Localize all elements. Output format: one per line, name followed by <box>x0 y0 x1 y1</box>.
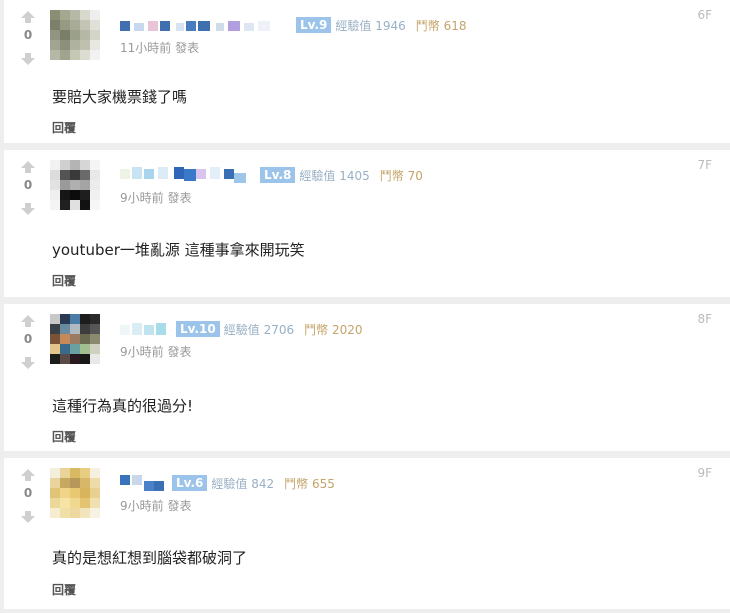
post-label: 發表 <box>167 345 192 359</box>
arrow-down-icon[interactable] <box>18 356 38 370</box>
level-badge: Lv.8 <box>260 167 296 183</box>
username-blurred[interactable] <box>120 18 290 32</box>
arrow-up-icon[interactable] <box>18 10 38 24</box>
time-ago: 11小時前 <box>120 41 172 55</box>
vote-count: 0 <box>23 28 33 42</box>
arrow-down-icon[interactable] <box>18 202 38 216</box>
experience-number: 1946 <box>375 18 406 33</box>
level-badge: Lv.10 <box>176 321 220 337</box>
comment-card: 0 Lv.8 經驗值 1405 鬥幣 70 9小時前 發表 7F youtube… <box>4 150 730 297</box>
comment-text: 真的是想紅想到腦袋都破洞了 <box>52 549 248 567</box>
username-blurred[interactable] <box>120 165 254 185</box>
floor-number[interactable]: 6F <box>697 8 712 22</box>
vote-count: 0 <box>23 486 33 500</box>
coin-number: 618 <box>443 18 467 33</box>
coin-value: 鬥幣 618 <box>416 17 467 34</box>
experience-label: 經驗值 <box>211 476 248 491</box>
experience-value: 經驗值 1946 <box>335 17 405 34</box>
author-meta: Lv.10 經驗值 2706 鬥幣 2020 <box>120 320 363 338</box>
comment-card: 0 Lv.10 經驗值 2706 鬥幣 2020 9小時前 發表 8F 這種行為… <box>4 304 730 451</box>
experience-label: 經驗值 <box>223 322 260 337</box>
time-ago: 9小時前 <box>120 499 164 513</box>
experience-number: 1405 <box>339 168 370 183</box>
experience-value: 經驗值 2706 <box>224 321 294 338</box>
vote-count: 0 <box>23 178 33 192</box>
coin-value: 鬥幣 2020 <box>304 321 362 338</box>
coin-value: 鬥幣 70 <box>380 167 423 184</box>
post-time: 9小時前 發表 <box>120 189 191 206</box>
coin-label: 鬥幣 <box>284 476 309 491</box>
coin-label: 鬥幣 <box>379 168 404 183</box>
avatar[interactable] <box>50 160 100 210</box>
time-ago: 9小時前 <box>120 191 164 205</box>
coin-number: 655 <box>312 476 335 491</box>
coin-value: 鬥幣 655 <box>284 475 335 492</box>
reply-button[interactable]: 回覆 <box>52 119 76 136</box>
username-blurred[interactable] <box>120 321 170 337</box>
floor-number[interactable]: 9F <box>697 466 712 480</box>
avatar[interactable] <box>50 314 100 364</box>
coin-number: 70 <box>407 168 423 183</box>
reply-button[interactable]: 回覆 <box>52 581 76 598</box>
author-meta: Lv.6 經驗值 842 鬥幣 655 <box>120 474 335 492</box>
author-meta: Lv.9 經驗值 1946 鬥幣 618 <box>120 16 467 34</box>
vote-box: 0 <box>18 8 38 68</box>
post-time: 9小時前 發表 <box>120 343 191 360</box>
coin-label: 鬥幣 <box>304 322 329 337</box>
reply-button[interactable]: 回覆 <box>52 428 76 445</box>
level-badge: Lv.9 <box>296 17 332 33</box>
arrow-up-icon[interactable] <box>18 314 38 328</box>
arrow-down-icon[interactable] <box>18 52 38 66</box>
coin-label: 鬥幣 <box>415 18 440 33</box>
experience-number: 842 <box>251 476 275 491</box>
post-label: 發表 <box>175 41 200 55</box>
comment-card: 0 Lv.9 經驗值 1946 鬥幣 618 11小時前 發表 6F 要賠大家機… <box>4 0 730 143</box>
comment-card: 0 Lv.6 經驗值 842 鬥幣 655 9小時前 發表 9F 真的是想紅想到… <box>4 458 730 609</box>
author-meta: Lv.8 經驗值 1405 鬥幣 70 <box>120 166 423 184</box>
floor-number[interactable]: 8F <box>697 312 712 326</box>
post-time: 11小時前 發表 <box>120 39 199 56</box>
arrow-up-icon[interactable] <box>18 160 38 174</box>
experience-label: 經驗值 <box>299 168 336 183</box>
vote-box: 0 <box>18 312 38 372</box>
comment-text: 這種行為真的很過分! <box>52 397 194 415</box>
post-time: 9小時前 發表 <box>120 497 191 514</box>
experience-label: 經驗值 <box>335 18 372 33</box>
avatar[interactable] <box>50 468 100 518</box>
coin-number: 2020 <box>331 322 363 337</box>
comment-text: youtuber一堆亂源 這種事拿來開玩笑 <box>52 241 305 259</box>
post-label: 發表 <box>167 499 192 513</box>
time-ago: 9小時前 <box>120 345 164 359</box>
post-label: 發表 <box>167 191 192 205</box>
reply-button[interactable]: 回覆 <box>52 272 76 289</box>
avatar[interactable] <box>50 10 100 60</box>
floor-number[interactable]: 7F <box>697 158 712 172</box>
vote-box: 0 <box>18 466 38 526</box>
username-blurred[interactable] <box>120 473 166 493</box>
level-badge: Lv.6 <box>172 475 208 491</box>
vote-box: 0 <box>18 158 38 218</box>
comment-text: 要賠大家機票錢了嗎 <box>52 88 188 106</box>
experience-value: 經驗值 842 <box>211 475 274 492</box>
experience-number: 2706 <box>263 322 295 337</box>
arrow-down-icon[interactable] <box>18 510 38 524</box>
experience-value: 經驗值 1405 <box>299 167 369 184</box>
vote-count: 0 <box>23 332 33 346</box>
arrow-up-icon[interactable] <box>18 468 38 482</box>
